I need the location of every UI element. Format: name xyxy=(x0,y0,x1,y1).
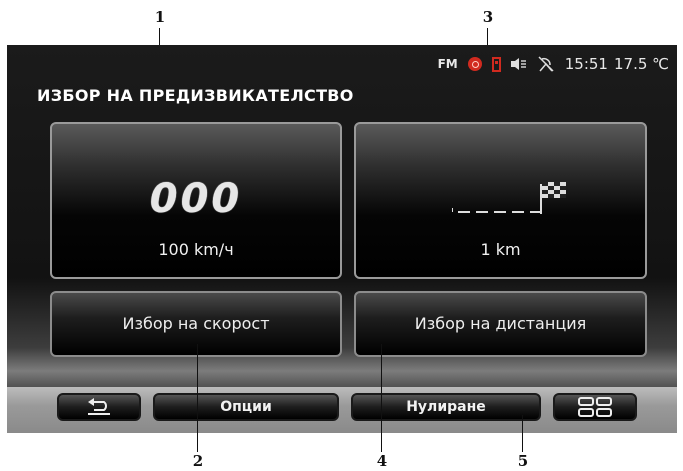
callout-1: 1 xyxy=(154,8,166,26)
callout-3: 3 xyxy=(482,8,494,26)
callout-4: 4 xyxy=(376,452,388,470)
callout-line-4 xyxy=(381,344,382,452)
satellite-icon xyxy=(538,56,554,72)
menu-button[interactable] xyxy=(553,393,637,421)
finish-flag-icon xyxy=(452,182,566,214)
callout-2: 2 xyxy=(192,452,204,470)
bottom-toolbar: Опции Нулиране xyxy=(7,387,677,433)
red-battery-icon xyxy=(491,56,501,72)
callout-line-2 xyxy=(197,344,198,452)
speaker-icon xyxy=(510,58,526,70)
distance-value: 1 km xyxy=(480,240,521,259)
grid-menu-icon xyxy=(578,397,612,417)
speed-tile[interactable]: 000 100 km/ч xyxy=(50,122,342,279)
speed-digits: 000 xyxy=(149,176,243,222)
temperature: 17.5 ℃ xyxy=(613,55,669,73)
page-title: ИЗБОР НА ПРЕДИЗВИКАТЕЛСТВО xyxy=(37,86,354,105)
back-arrow-icon xyxy=(88,398,110,415)
back-button[interactable] xyxy=(57,393,141,421)
speed-value: 100 km/ч xyxy=(158,240,234,259)
options-button[interactable]: Опции xyxy=(153,393,339,421)
reset-button[interactable]: Нулиране xyxy=(351,393,541,421)
callout-line-5 xyxy=(522,415,523,452)
distance-tile[interactable]: 1 km xyxy=(354,122,647,279)
red-circle-icon xyxy=(467,57,482,71)
status-bar: FM 15:51 17.5 ℃ xyxy=(438,53,669,75)
radio-band: FM xyxy=(437,57,458,71)
callout-5: 5 xyxy=(517,452,529,470)
clock: 15:51 xyxy=(564,55,608,73)
select-distance-button[interactable]: Избор на дистанция xyxy=(354,291,647,357)
select-speed-button[interactable]: Избор на скорост xyxy=(50,291,342,357)
device-screen: FM 15:51 17.5 ℃ ИЗБОР НА ПРЕДИЗВИКАТЕЛСТ… xyxy=(7,45,677,433)
